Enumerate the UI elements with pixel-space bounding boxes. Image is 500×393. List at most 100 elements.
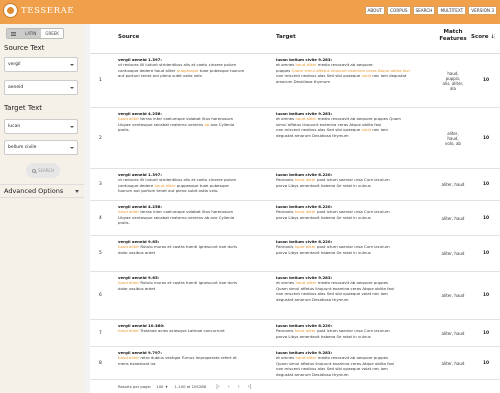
sidebar: LATIN GREEK Source Text vergil aeneid Ta… [0, 24, 84, 393]
text-segment: aut portum tenet aut pleno subit ostia v… [118, 73, 202, 79]
source-passage: vergil aeneid 9.65: haud aliter Rutulo mu… [118, 275, 268, 291]
row-index: 7 [99, 330, 102, 336]
source-author-select[interactable]: vergil [4, 57, 78, 72]
source-work-select[interactable]: aeneid [4, 80, 78, 95]
table-row[interactable]: 3 vergil aeneid 1.397: ut reduces illi lud… [90, 169, 500, 201]
search-button[interactable]: SEARCH [26, 163, 60, 178]
table-row[interactable]: 5 vergil aeneid 9.65: haud aliter Rutulo m… [90, 236, 500, 272]
text-segment: ut reduces illi ludunt stridentibus alis… [118, 62, 237, 68]
match-features: aliter, haud [441, 182, 465, 188]
advanced-options-toggle[interactable]: Advanced Options [0, 184, 84, 198]
text-segment: parva Libys amentavit habena Se rotat in… [276, 182, 371, 188]
matched-word: haud aliter [118, 116, 140, 122]
row-index: 4 [99, 215, 102, 221]
table-row[interactable]: 7 vergil aeneid 10.360: haud aliter Troian… [90, 320, 500, 347]
target-work-value: bellum civile [8, 145, 37, 150]
target-author-select[interactable]: lucan [4, 119, 78, 134]
matched-word: haud aliter [295, 62, 317, 68]
source-passage: vergil aeneid 4.256: haud aliter terras i… [118, 111, 268, 133]
match-features: aliter, haud [441, 251, 465, 257]
source-passage-reference: vergil aeneid 9.797: [118, 350, 162, 355]
text-segment: simul affatus linquunt examina ceras Atq… [276, 121, 382, 127]
target-passage: lucan bellum civile 6.220: Pannonis haud … [276, 204, 428, 220]
text-segment: Quam simul affatus linquunt examina cera… [276, 285, 395, 291]
sidebar-toggle-icon [11, 31, 16, 36]
app-title: TESSERAE [21, 5, 75, 16]
row-index: 5 [99, 251, 102, 256]
score-value: 10 [483, 330, 490, 336]
text-segment: parva Libys amentavit habena Se rotat in… [276, 333, 371, 339]
target-passage: lucan bellum civile 6.220: Pannonis haud … [276, 239, 428, 255]
source-passage: vergil aeneid 9.797: haud aliter retro du… [118, 350, 268, 366]
text-segment: non miscent nexibus alas Sed sibi quaequ… [276, 127, 362, 133]
nav-search[interactable]: SEARCH [412, 6, 436, 15]
column-header-features[interactable]: Match Features [435, 29, 471, 43]
table-row[interactable]: 8 vergil aeneid 9.797: haud aliter retro d… [90, 347, 500, 380]
table-row[interactable]: 1 vergil aeneid 1.397: ut reduces illi lud… [90, 54, 500, 108]
text-segment: post ictum saevior ursa Cum iaculum [315, 209, 390, 215]
matched-word: haud aliter [118, 209, 140, 215]
nav-corpus[interactable]: CORPUS [387, 6, 411, 15]
text-segment: et omnes [276, 280, 296, 286]
target-passage: lucan bellum civile 9.283: et omnes haud … [276, 57, 428, 84]
target-text-title: Target Text [4, 104, 43, 112]
page-range: 1-100 of 105286 [174, 384, 207, 389]
target-passage-reference: lucan bellum civile 9.283: [276, 350, 333, 355]
source-passage-reference: vergil aeneid 1.397: [118, 57, 162, 62]
table-row[interactable]: 6 vergil aeneid 9.65: haud aliter Rutulo m… [90, 272, 500, 320]
source-passage-reference: vergil aeneid 9.65: [118, 239, 160, 244]
column-header-target[interactable]: Target [276, 34, 296, 40]
match-features: aliter, haud [441, 330, 465, 336]
text-segment: Pannonis [276, 328, 295, 334]
rows-per-page-select[interactable]: 100 [156, 384, 163, 389]
score-value: 10 [483, 360, 490, 366]
next-page-icon[interactable]: › [238, 384, 240, 390]
text-segment: avo Cyllenia [209, 121, 235, 127]
app-logo[interactable]: TESSERAE [3, 3, 74, 18]
column-header-source[interactable]: Source [118, 34, 139, 40]
text-segment: cantusque dedere haud aliter [118, 67, 177, 73]
chevron-down-icon [75, 190, 79, 193]
language-tabs: LATIN GREEK [6, 28, 64, 39]
text-segment: dolor ossibus ardet [118, 285, 156, 291]
match-features: aliter, haud, volo, ab [445, 130, 461, 147]
table-row[interactable]: 2 vergil aeneid 4.256: haud aliter terras … [90, 108, 500, 169]
more-vert-icon[interactable]: ⋮ [492, 34, 497, 40]
last-page-icon[interactable]: ›| [248, 384, 252, 390]
target-passage-reference: lucan bellum civile 6.220: [276, 204, 333, 209]
source-text-title: Source Text [4, 44, 45, 52]
text-segment: degustat amarum Desidiosa thymum [276, 132, 349, 138]
prev-page-icon[interactable]: ‹ [228, 384, 230, 390]
matched-word: haud aliter [294, 244, 316, 250]
target-passage: lucan bellum civile 9.283: et omnes haud … [276, 275, 428, 302]
matched-word: volat [361, 127, 372, 133]
text-segment: non miscent nexibus alas Sed sibi quaequ… [276, 73, 362, 79]
table-row[interactable]: 4 vergil aeneid 4.256: haud aliter terras … [90, 201, 500, 236]
text-segment: medio revocavit ab aequore puppes [316, 280, 389, 286]
target-passage: lucan bellum civile 9.283: et omnes haud … [276, 111, 428, 138]
tab-latin[interactable]: LATIN [21, 29, 42, 38]
pagination-footer: Results per page: 100 ▾ 1-100 of 105286 … [90, 380, 500, 393]
text-segment: medio revocavit ab aequore puppes [316, 355, 389, 361]
matched-word: haud aliter [118, 280, 140, 286]
nav-version[interactable]: VERSION 3 [468, 6, 497, 15]
text-segment: Rutulo muros et castra tuenti ignescunt … [139, 280, 238, 286]
text-segment: Quam simul affatus linquunt examina cera… [276, 360, 395, 366]
target-passage-reference: lucan bellum civile 6.220: [276, 172, 333, 177]
target-passage-reference: lucan bellum civile 6.220: [276, 323, 333, 328]
target-passage-reference: lucan bellum civile 6.220: [276, 239, 333, 244]
matched-word: haud aliter [295, 116, 317, 122]
text-segment: post ictum saevior ursa Cum iaculum [315, 328, 390, 334]
score-value: 10 [483, 293, 490, 298]
target-work-select[interactable]: bellum civile [4, 140, 78, 155]
matched-word: haud aliter [294, 177, 316, 183]
tab-toggle[interactable] [7, 29, 21, 38]
tab-greek[interactable]: GREEK [41, 29, 63, 38]
text-segment: terras inter caelumque volabat litus har… [139, 116, 234, 122]
source-passage: vergil aeneid 1.397: ut reduces illi ludu… [118, 172, 268, 194]
top-bar: TESSERAE ABOUT CORPUS SEARCH MULTITEXT V… [0, 0, 500, 24]
first-page-icon[interactable]: |‹ [216, 384, 220, 390]
source-passage-reference: vergil aeneid 1.397: [118, 172, 162, 177]
nav-about[interactable]: ABOUT [364, 6, 386, 15]
nav-multitext[interactable]: MULTITEXT [437, 6, 467, 15]
